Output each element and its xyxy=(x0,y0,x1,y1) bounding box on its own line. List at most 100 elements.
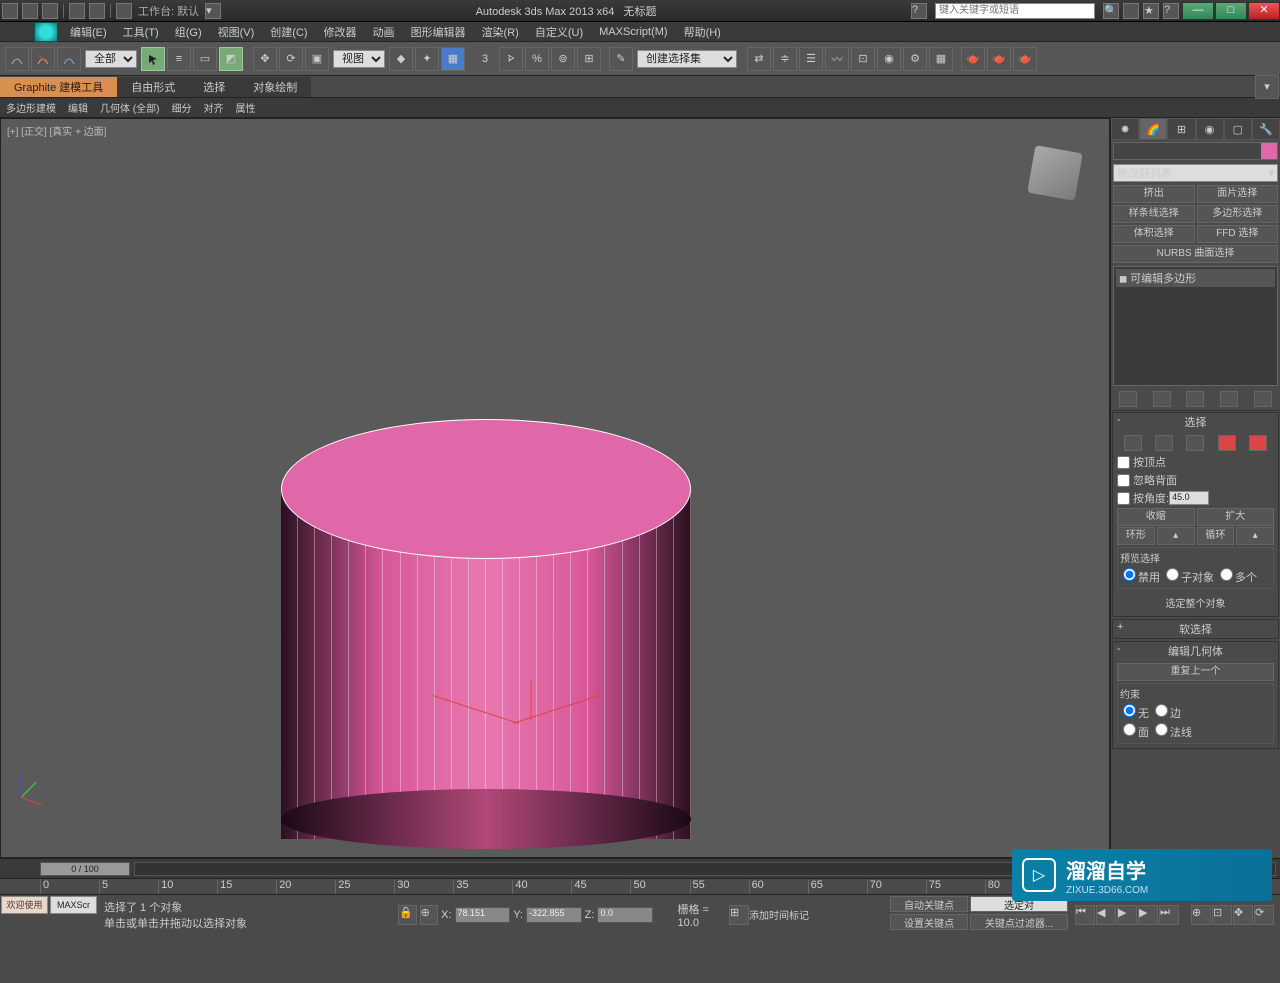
menu-animation[interactable]: 动画 xyxy=(365,24,403,40)
viewport-nav2-icon[interactable]: ⊡ xyxy=(1212,905,1232,925)
schematic-icon[interactable]: ⊡ xyxy=(851,47,875,71)
grow-button[interactable]: 扩大 xyxy=(1197,508,1275,526)
dropdown-icon[interactable]: ▾ xyxy=(205,3,221,19)
align-icon[interactable]: ≑ xyxy=(773,47,797,71)
repeat-last-button[interactable]: 重复上一个 xyxy=(1117,663,1274,681)
save-icon[interactable] xyxy=(42,3,58,19)
select-name-icon[interactable]: ≡ xyxy=(167,47,191,71)
ribbon-paint[interactable]: 对象绘制 xyxy=(239,77,311,97)
goto-start-icon[interactable]: ⏮ xyxy=(1075,905,1095,925)
preview-off[interactable]: 禁用 xyxy=(1121,568,1160,585)
workspace-label[interactable]: 工作台: 默认 xyxy=(138,3,199,19)
ribbon-graphite[interactable]: Graphite 建模工具 xyxy=(0,77,117,97)
link-icon[interactable] xyxy=(116,3,132,19)
selectlink-icon[interactable] xyxy=(5,47,29,71)
rib-geom[interactable]: 几何体 (全部) xyxy=(94,100,165,115)
snap-3-icon[interactable]: 3 xyxy=(473,47,497,71)
rollout-softsel[interactable]: 软选择 xyxy=(1113,620,1278,638)
next-frame-icon[interactable]: ▶ xyxy=(1138,905,1158,925)
show-result-icon[interactable] xyxy=(1153,391,1171,407)
motion-tab-icon[interactable]: ◉ xyxy=(1196,118,1224,140)
constraint-face[interactable]: 面 xyxy=(1121,723,1149,740)
scene-object-cylinder[interactable] xyxy=(281,419,691,849)
viewport-nav3-icon[interactable]: ✥ xyxy=(1233,905,1253,925)
search-input[interactable] xyxy=(935,3,1095,19)
menu-modifiers[interactable]: 修改器 xyxy=(316,24,365,40)
select-object-icon[interactable] xyxy=(141,47,165,71)
material-editor-icon[interactable]: ◉ xyxy=(877,47,901,71)
render-prod-icon[interactable]: 🫖 xyxy=(961,47,985,71)
angle-spinner[interactable]: 45.0 xyxy=(1169,491,1209,505)
time-tag-icon[interactable]: ⊞ xyxy=(729,905,749,925)
ring-button[interactable]: 环形 xyxy=(1117,527,1155,545)
select-rect-icon[interactable]: ▭ xyxy=(193,47,217,71)
ribbon-collapse-icon[interactable]: ▾ xyxy=(1255,75,1279,99)
modifier-list-dropdown[interactable]: 修改器列表▾ xyxy=(1113,164,1278,182)
stack-editable-poly[interactable]: ◼ 可编辑多边形 xyxy=(1116,269,1275,287)
x-coord[interactable]: 78.151 xyxy=(455,907,511,923)
keyboard-shortcut-icon[interactable]: ▦ xyxy=(441,47,465,71)
subobj-edge-icon[interactable] xyxy=(1155,435,1173,451)
app-logo-icon[interactable] xyxy=(34,22,58,42)
preview-sub[interactable]: 子对象 xyxy=(1164,568,1214,585)
viewcube-icon[interactable] xyxy=(1027,145,1083,201)
play-icon[interactable]: ▶ xyxy=(1117,905,1137,925)
open-icon[interactable] xyxy=(22,3,38,19)
set-key-button[interactable]: 设置关键点 xyxy=(890,914,968,930)
rib-align[interactable]: 对齐 xyxy=(197,100,229,115)
menu-create[interactable]: 创建(C) xyxy=(262,24,315,40)
rib-edit[interactable]: 编辑 xyxy=(62,100,94,115)
constraint-none[interactable]: 无 xyxy=(1121,704,1149,721)
menu-tools[interactable]: 工具(T) xyxy=(115,24,167,40)
render-setup-icon[interactable]: ⚙ xyxy=(903,47,927,71)
bind-icon[interactable] xyxy=(57,47,81,71)
viewport-nav1-icon[interactable]: ⊕ xyxy=(1191,905,1211,925)
menu-grapheditors[interactable]: 图形编辑器 xyxy=(403,24,474,40)
utilities-tab-icon[interactable]: 🔧 xyxy=(1252,118,1280,140)
create-tab-icon[interactable]: ✸ xyxy=(1111,118,1139,140)
add-time-marker[interactable]: 添加时间标记 xyxy=(749,907,809,922)
y-coord[interactable]: -322.855 xyxy=(526,907,582,923)
snap-percent-icon[interactable]: % xyxy=(525,47,549,71)
star-icon[interactable]: ★ xyxy=(1143,3,1159,19)
mod-splinesel[interactable]: 样条线选择 xyxy=(1113,205,1195,223)
auto-key-button[interactable]: 自动关键点 xyxy=(890,896,968,912)
rib-polymodel[interactable]: 多边形建模 xyxy=(0,100,62,115)
constraint-edge[interactable]: 边 xyxy=(1153,704,1181,721)
pin-stack-icon[interactable] xyxy=(1119,391,1137,407)
viewport-nav4-icon[interactable]: ⟳ xyxy=(1254,905,1274,925)
mod-nurbssel[interactable]: NURBS 曲面选择 xyxy=(1113,245,1278,263)
key-filter-button[interactable]: 关键点过滤器... xyxy=(970,914,1068,930)
viewport[interactable]: [+] [正交] [真实 + 边面] xyxy=(0,118,1110,858)
unlink-icon[interactable] xyxy=(31,47,55,71)
display-tab-icon[interactable]: ▢ xyxy=(1224,118,1252,140)
loop-spinner[interactable]: ▴ xyxy=(1236,527,1274,545)
minimize-button[interactable]: — xyxy=(1182,2,1214,20)
maximize-button[interactable]: □ xyxy=(1215,2,1247,20)
selection-filter[interactable]: 全部 xyxy=(85,50,137,68)
loop-button[interactable]: 循环 xyxy=(1197,527,1235,545)
welcome-button[interactable]: 欢迎使用 xyxy=(1,896,48,914)
mod-polysel[interactable]: 多边形选择 xyxy=(1197,205,1279,223)
rotate-icon[interactable]: ⟳ xyxy=(279,47,303,71)
menu-maxscript[interactable]: MAXScript(M) xyxy=(591,26,675,38)
modify-tab-icon[interactable]: 🌈 xyxy=(1139,118,1167,140)
maxscript-button[interactable]: MAXScr xyxy=(50,896,97,914)
ribbon-selection[interactable]: 选择 xyxy=(189,77,239,97)
mod-ffdsel[interactable]: FFD 选择 xyxy=(1197,225,1279,243)
menu-edit[interactable]: 编辑(E) xyxy=(62,24,115,40)
rib-subdiv[interactable]: 细分 xyxy=(165,100,197,115)
mod-patchsel[interactable]: 面片选择 xyxy=(1197,185,1279,203)
select-window-icon[interactable]: ◩ xyxy=(219,47,243,71)
make-unique-icon[interactable] xyxy=(1186,391,1204,407)
manip-icon[interactable]: ✦ xyxy=(415,47,439,71)
redo-icon[interactable] xyxy=(89,3,105,19)
refcoord-dropdown[interactable]: 视图 xyxy=(333,50,385,68)
ring-spinner[interactable]: ▴ xyxy=(1157,527,1195,545)
mirror-icon[interactable]: ⇄ xyxy=(747,47,771,71)
snap-spinner-icon[interactable]: ⊚ xyxy=(551,47,575,71)
rib-props[interactable]: 属性 xyxy=(229,100,261,115)
object-name-field[interactable] xyxy=(1113,142,1278,160)
menu-rendering[interactable]: 渲染(R) xyxy=(474,24,527,40)
remove-mod-icon[interactable] xyxy=(1220,391,1238,407)
